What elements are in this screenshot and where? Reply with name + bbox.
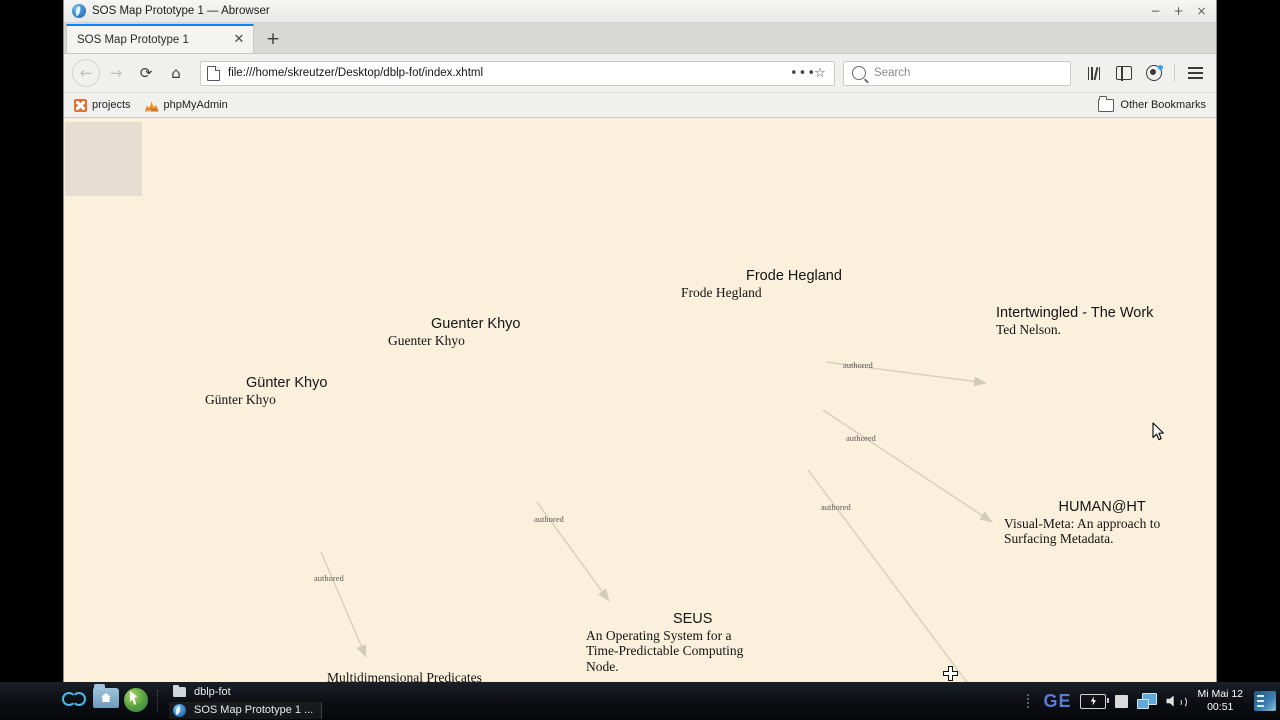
tab-close-icon[interactable]: ✕ [231,32,247,48]
folder-icon [1098,96,1115,112]
node-body: An Operating System for a Time-Predictab… [586,628,744,674]
bookmark-projects[interactable]: projects [74,98,131,112]
search-placeholder: Search [874,67,911,79]
other-bookmarks-label: Other Bookmarks [1120,99,1206,111]
node-body: Günter Khyo [205,392,276,407]
window-titlebar: SOS Map Prototype 1 — Abrowser − + × [64,0,1216,23]
node-title: Guenter Khyo [431,316,521,332]
search-icon [852,66,866,80]
move-crosshair-icon[interactable] [942,666,959,683]
taskbar-window-list: dblp-fot SOS Map Prototype 1 ... [167,684,323,719]
back-button[interactable]: ← [72,59,100,87]
url-bar[interactable]: file:///home/skreutzer/Desktop/dblp-fot/… [200,60,835,86]
bookmark-label: phpMyAdmin [163,99,228,111]
task-sos-map-prototype[interactable]: SOS Map Prototype 1 ... [169,701,323,719]
forward-button[interactable]: → [102,59,130,87]
graph-node-human-at-ht[interactable]: HUMAN@HT Visual-Meta: An approach to Surf… [1004,499,1160,547]
maximize-icon: + [1173,3,1184,18]
firefox-globe-icon [173,703,186,717]
window-list-icon[interactable] [1254,691,1276,711]
projects-bookmark-icon [74,98,87,112]
task-label: dblp-fot [194,686,231,698]
maximize-button[interactable]: + [1172,3,1185,18]
bookmark-label: projects [92,99,131,111]
node-title: SEUS [672,611,713,627]
graph-node-seus[interactable]: SEUS An Operating System for a Time-Predi… [586,611,743,674]
home-button[interactable]: ⌂ [162,59,190,87]
other-bookmarks-button[interactable]: Other Bookmarks [1098,96,1206,112]
close-button[interactable]: × [1195,3,1208,18]
account-notification-badge [1158,65,1163,70]
graph-node-guenter-khyo[interactable]: Guenter Khyo Guenter Khyo [388,316,520,348]
graph-canvas[interactable]: Frode Hegland Frode Hegland Guenter Khyo Gu… [64,118,1216,685]
edge-label-authored: authored [843,360,873,370]
search-input[interactable]: Search [843,60,1071,86]
node-body: Guenter Khyo [388,333,465,348]
minimize-button[interactable]: − [1149,3,1162,18]
bookmarks-toolbar: projects phpMyAdmin Other Bookmarks [64,93,1216,118]
battery-charging-icon[interactable] [1080,693,1110,709]
taskbar-launchers [0,684,150,714]
square-icon[interactable] [1115,694,1129,708]
web-browser-icon[interactable] [124,688,150,714]
tab-strip: SOS Map Prototype 1 ✕ + [64,23,1216,54]
node-title: HUMAN@HT [1058,499,1146,515]
node-body: Visual-Meta: An approach to Surfacing Me… [1004,516,1161,547]
swirl-menu-icon[interactable] [62,688,88,714]
hamburger-menu-icon[interactable] [1182,60,1208,86]
node-body: Frode Hegland [681,285,762,300]
tab-sos-map-prototype-1[interactable]: SOS Map Prototype 1 ✕ [66,24,254,53]
edge-gunter-multidim [320,551,367,658]
arrow-cursor-icon [1152,422,1164,441]
clock-time: 00:51 [1207,701,1234,713]
close-icon: × [1196,3,1207,18]
tab-label: SOS Map Prototype 1 [77,33,189,46]
home-folder-icon[interactable] [93,684,119,714]
bookmark-phpmyadmin[interactable]: phpMyAdmin [144,99,228,112]
graph-node-frode-hegland[interactable]: Frode Hegland Frode Hegland [681,268,842,300]
sidebar-icon[interactable] [1111,60,1137,86]
edge-label-authored: authored [821,502,851,512]
url-text: file:///home/skreutzer/Desktop/dblp-fot/… [228,67,484,79]
phpmyadmin-icon [144,101,159,112]
task-label: SOS Map Prototype 1 ... [194,704,314,716]
toolbar-divider [1174,64,1175,82]
firefox-globe-icon [72,4,86,18]
edge-label-authored: authored [314,573,344,583]
system-tray: GE Mi Mai 12 00:51 [1027,682,1280,720]
account-icon[interactable] [1141,60,1167,86]
new-tab-button[interactable]: + [260,26,286,52]
browser-window: SOS Map Prototype 1 — Abrowser − + × SOS… [64,0,1216,685]
edge-label-authored: authored [534,514,564,524]
speaker-volume-icon[interactable] [1166,694,1188,709]
library-icon[interactable] [1081,60,1107,86]
desktop-screen: SOS Map Prototype 1 — Abrowser − + × SOS… [0,0,1280,720]
window-controls: − + × [1149,0,1212,22]
tray-grip-handle[interactable] [1027,694,1032,708]
graph-node-gunter-khyo[interactable]: Günter Khyo Günter Khyo [205,375,327,407]
page-document-icon [207,65,220,81]
taskbar-separator [157,690,160,712]
node-title: Günter Khyo [246,375,328,391]
graph-node-intertwingled[interactable]: Intertwingled - The Work Ted Nelson. [996,305,1153,337]
minimize-icon: − [1150,3,1161,18]
clock-date: Mi Mai 12 [1197,688,1243,700]
window-title: SOS Map Prototype 1 — Abrowser [92,5,270,17]
node-body: Ted Nelson. [996,322,1062,337]
reload-button[interactable]: ⟳ [132,59,160,87]
keyboard-layout-indicator[interactable]: GE [1043,691,1071,712]
edge-label-authored: authored [846,433,876,443]
network-monitors-icon[interactable] [1137,693,1158,709]
clock[interactable]: Mi Mai 12 00:51 [1195,688,1245,714]
bookmark-star-icon[interactable]: ☆ [810,66,830,81]
folder-icon [173,684,186,697]
navigation-toolbar: ← → ⟳ ⌂ file:///home/skreutzer/Desktop/d… [64,54,1216,93]
node-title: Frode Hegland [746,268,842,284]
toolbar-icon-group [1081,60,1208,86]
task-dblp-fot[interactable]: dblp-fot [169,684,322,701]
taskbar: dblp-fot SOS Map Prototype 1 ... GE Mi M… [0,682,1280,720]
page-actions-icon[interactable]: ••• [790,66,815,81]
node-title: Intertwingled - The Work [996,305,1154,321]
